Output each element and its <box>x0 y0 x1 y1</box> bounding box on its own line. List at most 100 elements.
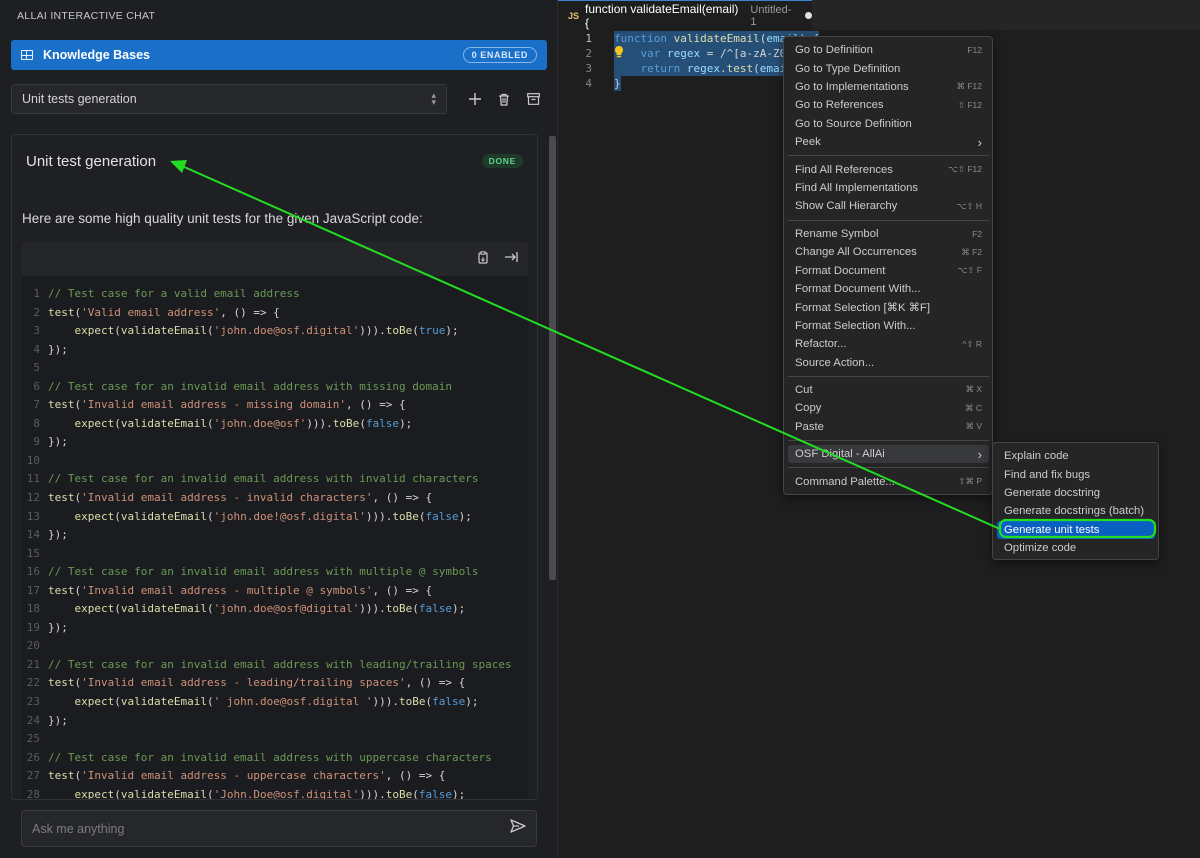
code-token: 'John.Doe@osf.digital' <box>213 787 360 800</box>
menu-item[interactable]: Format Document ⌥⇧ F <box>788 261 989 279</box>
submenu-item[interactable]: Generate docstring <box>997 484 1155 502</box>
submenu-item[interactable]: Generate unit tests <box>997 520 1155 539</box>
response-intro: Here are some high quality unit tests fo… <box>22 211 423 226</box>
line-number: 17 <box>26 583 40 597</box>
line-number: 7 <box>33 398 40 412</box>
menu-item[interactable]: Go to Definition F12 <box>788 41 989 59</box>
editor-tab[interactable]: JS function validateEmail(email) { Untit… <box>558 0 812 30</box>
code-token: test <box>48 491 75 505</box>
code-token: 'Invalid email address - multiple @ symb… <box>81 583 373 597</box>
menu-item[interactable]: Source Action... <box>788 353 989 371</box>
unsaved-dot-icon[interactable] <box>805 12 812 19</box>
menu-item[interactable]: Format Document With... <box>788 280 989 298</box>
menu-item[interactable]: Format Selection With... <box>788 317 989 335</box>
lightbulb-icon[interactable] <box>613 45 625 59</box>
line-number: 3 <box>33 324 40 338</box>
code-token: ( <box>412 787 419 800</box>
menu-separator <box>788 467 989 469</box>
menu-item-label: Peek <box>795 136 821 149</box>
code-token: ( <box>418 509 426 523</box>
code-token: }); <box>48 435 68 449</box>
line-text: }); <box>48 526 68 545</box>
menu-separator <box>788 155 989 157</box>
code-token: // Test case for an invalid email addres… <box>48 750 492 764</box>
delete-chat-button[interactable] <box>493 88 515 110</box>
menu-item-shortcut: ⌘ F2 <box>961 246 982 257</box>
menu-item-label: Go to References <box>795 99 884 112</box>
submenu-item-label: Generate docstrings (batch) <box>1004 505 1145 518</box>
menu-item[interactable]: Refactor... ^⇧ R <box>788 335 989 353</box>
menu-item[interactable]: Command Palette... ⇧⌘ P <box>788 472 989 490</box>
code-token: 'Invalid email address - uppercase chara… <box>81 769 386 783</box>
send-button[interactable] <box>510 819 526 838</box>
code-token: validateEmail <box>120 695 207 709</box>
menu-item[interactable]: Go to Source Definition <box>788 115 989 133</box>
line-text: }); <box>48 433 68 452</box>
chat-input[interactable] <box>32 821 510 836</box>
new-chat-button[interactable] <box>464 88 486 110</box>
menu-item[interactable]: Go to Implementations ⌘ F12 <box>788 78 989 96</box>
code-token: ))). <box>365 509 393 523</box>
menu-item-shortcut: ⌘ X <box>965 384 982 395</box>
code-token: ( <box>114 324 121 338</box>
wrap-code-button[interactable] <box>504 251 518 266</box>
menu-item[interactable]: Find All Implementations <box>788 179 989 197</box>
code-token: , () => { <box>372 491 433 505</box>
menu-item-label: Go to Source Definition <box>795 117 912 130</box>
code-token: ( <box>206 695 214 709</box>
menu-item[interactable]: Cut ⌘ X <box>788 381 989 399</box>
menu-item[interactable]: Go to References ⇧ F12 <box>788 96 989 114</box>
code-token: ' john.doe@osf.digital ' <box>213 695 373 709</box>
line-text: test('Invalid email address - leading/tr… <box>48 674 465 693</box>
menu-item-label: Change All Occurrences <box>795 246 917 259</box>
knowledge-bases-button[interactable]: Knowledge Bases 0 ENABLED <box>11 40 547 70</box>
tab-subtitle: Untitled-1 <box>750 3 792 28</box>
code-token: 'john.doe@osf' <box>213 416 307 430</box>
tab-title: function validateEmail(email) { <box>585 1 739 30</box>
menu-item[interactable]: Format Selection [⌘K ⌘F] <box>788 298 989 316</box>
menu-item-shortcut: ⌘ C <box>965 402 982 413</box>
archive-chat-button[interactable] <box>522 88 544 110</box>
status-badge: DONE <box>481 154 523 168</box>
code-token: }); <box>48 620 68 634</box>
code-token: 'Invalid email address - leading/trailin… <box>81 676 406 690</box>
code-token: ( <box>412 324 419 338</box>
menu-item[interactable]: Paste ⌘ V <box>788 418 989 436</box>
submenu-item[interactable]: Generate docstrings (batch) <box>997 502 1155 520</box>
menu-item[interactable]: Change All Occurrences ⌘ F2 <box>788 243 989 261</box>
menu-item[interactable]: Go to Type Definition <box>788 59 989 77</box>
code-line: 3 expect(validateEmail('john.doe@osf.dig… <box>22 322 528 341</box>
submenu-item[interactable]: Optimize code <box>997 539 1155 557</box>
conversation-select[interactable]: Unit tests generation ▴ ▾ <box>11 84 447 114</box>
chat-scrollbar[interactable] <box>549 136 556 580</box>
menu-item-label: Find All References <box>795 163 893 176</box>
submenu-item[interactable]: Find and fix bugs <box>997 465 1155 483</box>
insert-code-button[interactable] <box>478 251 490 267</box>
line-number: 5 <box>33 361 40 375</box>
line-number: 1 <box>585 32 592 45</box>
submenu-item[interactable]: Explain code <box>997 447 1155 465</box>
submenu-item-label: Optimize code <box>1004 542 1077 555</box>
context-menu: Go to Definition F12 Go to Type Definition… <box>783 36 993 495</box>
menu-item[interactable]: Copy ⌘ C <box>788 399 989 417</box>
code-token: ); <box>399 416 413 430</box>
code-token: ))). <box>306 416 333 430</box>
code-token: expect <box>74 787 115 800</box>
line-number: 3 <box>585 62 592 75</box>
line-number: 10 <box>26 453 40 467</box>
line-number: 4 <box>585 77 592 90</box>
line-number: 1 <box>33 287 40 300</box>
code-token: ( <box>206 509 214 523</box>
code-token: ( <box>206 416 214 430</box>
menu-item[interactable]: OSF Digital - AllAi › <box>788 445 989 464</box>
menu-item[interactable]: Show Call Hierarchy ⌥⇧ H <box>788 197 989 215</box>
menu-item[interactable]: Peek › <box>788 133 989 151</box>
menu-item[interactable]: Find All References ⌥⇧ F12 <box>788 160 989 178</box>
line-number: 8 <box>33 416 40 430</box>
menu-item-label: Go to Type Definition <box>795 62 901 75</box>
enabled-badge: 0 ENABLED <box>462 47 537 63</box>
menu-item[interactable]: Rename Symbol F2 <box>788 225 989 243</box>
